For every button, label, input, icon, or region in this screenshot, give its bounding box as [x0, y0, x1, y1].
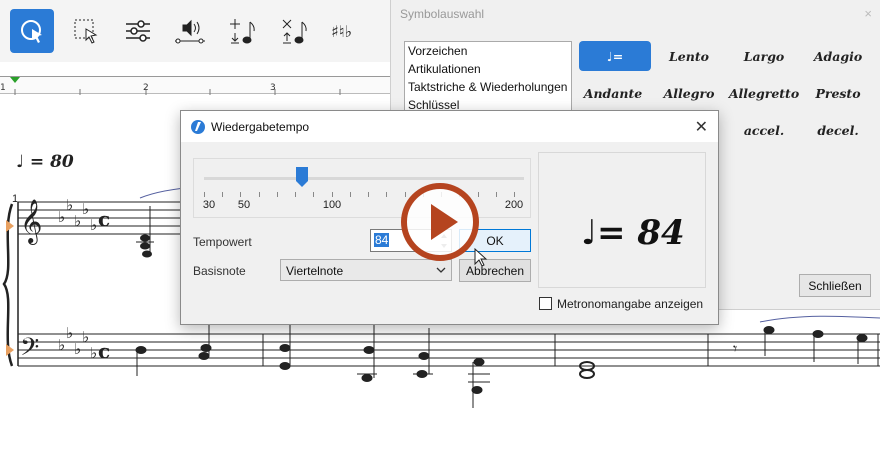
svg-text:♭: ♭: [74, 212, 81, 230]
svg-text:♯♮♭: ♯♮♭: [331, 22, 352, 41]
slider-tick: [349, 192, 351, 197]
slider-tick: [331, 192, 333, 197]
category-item[interactable]: Vorzeichen: [405, 42, 571, 60]
slider-tick-label: 50: [237, 199, 251, 211]
tempo-preview-text: ♩= 84: [581, 213, 685, 253]
palette-cell-decel[interactable]: decel.: [802, 115, 874, 145]
measure-number: 1: [12, 193, 19, 205]
dialog-title: Wiedergabetempo: [211, 120, 310, 134]
slider-tick: [313, 192, 315, 197]
svg-text:c: c: [98, 339, 110, 363]
base-note-label: Basisnote: [193, 264, 246, 278]
ruler-label: 2: [143, 83, 149, 93]
slider-tick: [295, 192, 297, 197]
svg-text:♭: ♭: [66, 324, 73, 342]
add-note-button[interactable]: [220, 9, 264, 53]
base-note-select[interactable]: Viertelnote: [280, 259, 452, 281]
playback-button[interactable]: [168, 9, 212, 53]
marquee-select-button[interactable]: [64, 9, 108, 53]
slider-tick: [276, 192, 278, 197]
palette-category-list[interactable]: Vorzeichen Artikulationen Taktstriche & …: [404, 41, 572, 113]
delete-note-button[interactable]: [272, 9, 316, 53]
svg-text:𝄢: 𝄢: [20, 333, 39, 368]
category-item[interactable]: Artikulationen: [405, 60, 571, 78]
slider-tick-label: 30: [202, 199, 216, 211]
slider-thumb[interactable]: [296, 167, 309, 187]
playback-speaker-icon: [175, 19, 205, 44]
tempo-value-label: Tempowert: [193, 235, 252, 249]
ruler-label: 1: [0, 83, 6, 93]
tempo-slider[interactable]: 30 50 100 200: [193, 158, 531, 218]
slider-tick: [222, 192, 224, 197]
palette-close-icon[interactable]: ×: [864, 6, 872, 21]
svg-text:♭: ♭: [90, 216, 97, 234]
palette-cell-adagio[interactable]: Adagio: [802, 41, 874, 71]
slider-tick: [240, 192, 242, 197]
tempo-preview: ♩= 84: [538, 152, 706, 288]
palette-cell-allegro[interactable]: Allegro: [653, 78, 725, 108]
slider-tick-label: 200: [504, 199, 524, 211]
accidentals-icon: ♯♮♭: [331, 22, 352, 41]
pointer-select-icon: [21, 20, 42, 43]
app-logo-icon: [191, 120, 205, 134]
palette-cell-accel[interactable]: accel.: [728, 115, 800, 145]
palette-cell-allegretto[interactable]: Allegretto: [728, 78, 800, 108]
mixer-sliders-icon: [126, 20, 150, 42]
cancel-button[interactable]: Abbrechen: [459, 259, 531, 282]
accidentals-button[interactable]: ♯♮♭: [324, 9, 368, 53]
delete-note-icon: [282, 19, 307, 44]
svg-text:♭: ♭: [74, 340, 81, 358]
base-note-value: Viertelnote: [286, 264, 344, 278]
svg-text:𝄞: 𝄞: [20, 199, 42, 245]
ruler-ticks: [10, 77, 341, 95]
svg-text:c: c: [98, 207, 110, 231]
marquee-select-icon: [74, 19, 98, 44]
palette-cell-andante[interactable]: Andante: [577, 78, 649, 108]
slider-tick: [495, 192, 497, 197]
pointer-select-button[interactable]: [10, 9, 54, 53]
palette-cell-presto[interactable]: Presto: [802, 78, 874, 108]
slider-tick: [368, 192, 370, 197]
svg-text:♭: ♭: [58, 336, 65, 354]
slider-tick: [514, 192, 515, 197]
score-tempo-mark[interactable]: ♩ = 80: [16, 152, 74, 172]
slider-tick: [386, 192, 388, 197]
slider-track: [204, 177, 524, 180]
mouse-cursor-icon: [474, 248, 488, 267]
tempo-value-text: 84: [374, 233, 390, 247]
svg-text:𝄾: 𝄾: [733, 339, 737, 358]
svg-text:♭: ♭: [82, 200, 89, 218]
slider-tick-label: 100: [322, 199, 342, 211]
palette-cell-lento[interactable]: Lento: [653, 41, 725, 71]
metronome-checkbox[interactable]: [539, 297, 552, 310]
dialog-close-icon[interactable]: ✕: [695, 117, 708, 137]
palette-title: Symbolauswahl: [400, 7, 485, 21]
slider-tick: [204, 192, 205, 197]
palette-cell-tempo[interactable]: ♩=: [579, 41, 651, 71]
slider-tick: [258, 192, 260, 197]
add-note-icon: [230, 19, 255, 44]
dialog-titlebar[interactable]: Wiedergabetempo ✕: [181, 111, 718, 142]
ruler-label: 3: [270, 83, 276, 93]
svg-text:♭: ♭: [58, 208, 65, 226]
video-play-icon[interactable]: [400, 182, 480, 262]
svg-text:♭: ♭: [82, 328, 89, 346]
category-item[interactable]: Taktstriche & Wiederholungen: [405, 78, 571, 96]
chevron-down-icon: [436, 267, 446, 273]
mixer-button[interactable]: [116, 9, 160, 53]
svg-text:♭: ♭: [90, 344, 97, 362]
measure-ruler[interactable]: 1 2 3: [0, 76, 395, 95]
palette-cell-largo[interactable]: Largo: [728, 41, 800, 71]
main-toolbar: ♯♮♭: [0, 0, 395, 62]
svg-text:♭: ♭: [66, 196, 73, 214]
metronome-checkbox-label[interactable]: Metronomangabe anzeigen: [557, 297, 703, 311]
palette-close-button[interactable]: Schließen: [799, 274, 871, 297]
